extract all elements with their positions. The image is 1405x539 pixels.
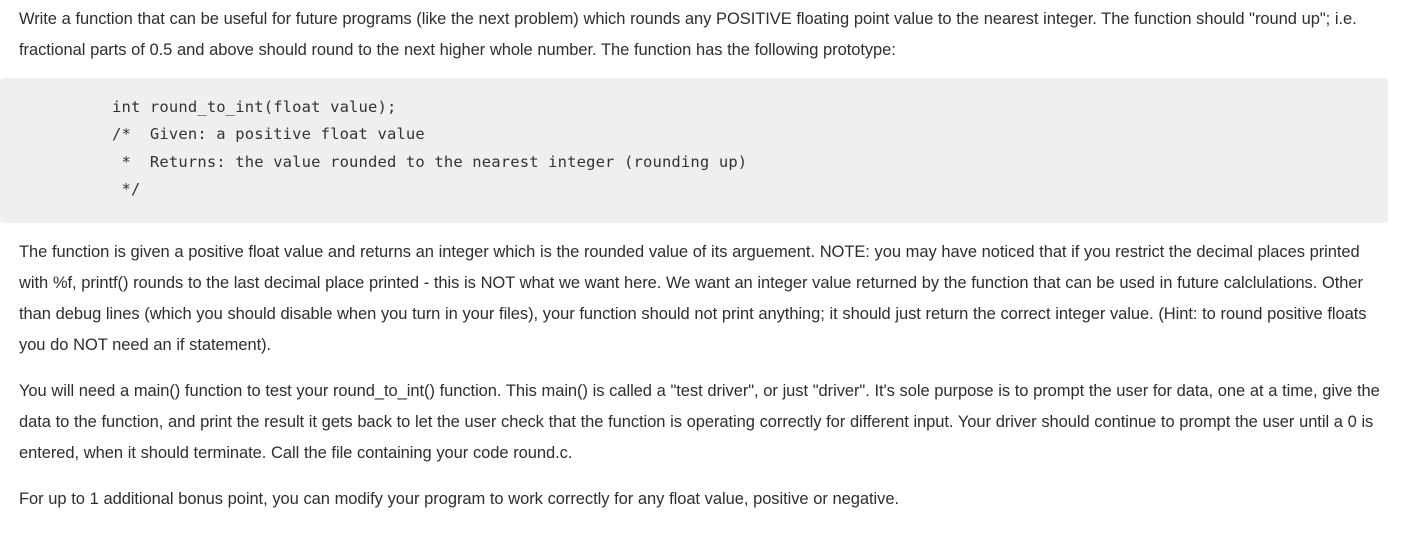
code-line: */ — [112, 179, 141, 198]
paragraph-intro: Write a function that can be useful for … — [19, 10, 1357, 59]
paragraph-driver: You will need a main() function to test … — [19, 382, 1380, 463]
code-line: int round_to_int(float value); — [112, 98, 397, 116]
paragraph-bonus: For up to 1 additional bonus point, you … — [19, 490, 899, 509]
code-block-content: int round_to_int(float value); /* Given: … — [0, 94, 1388, 203]
code-block: int round_to_int(float value); /* Given: … — [0, 78, 1388, 224]
assignment-document: Write a function that can be useful for … — [0, 0, 1405, 515]
code-line: * Returns: the value rounded to the near… — [112, 152, 748, 171]
code-line: /* Given: a positive float value — [112, 125, 425, 144]
paragraph-description: The function is given a positive float v… — [19, 243, 1367, 355]
